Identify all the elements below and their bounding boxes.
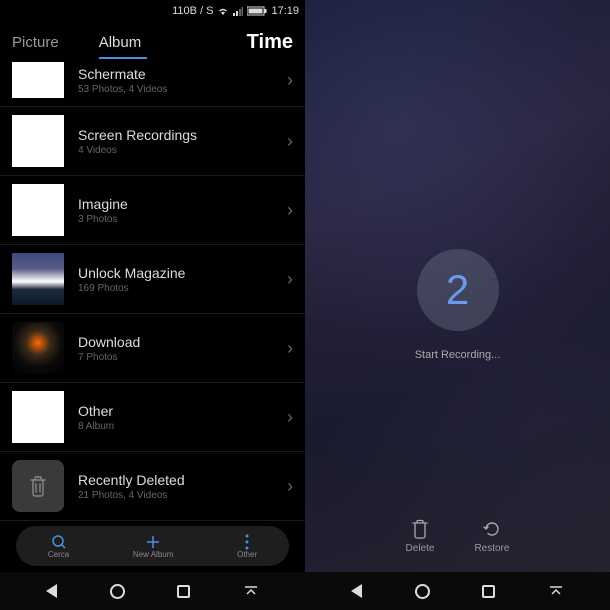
album-thumbnail: [12, 253, 64, 305]
more-icon: [245, 534, 249, 550]
list-item[interactable]: Imagine 3 Photos ›: [0, 176, 305, 245]
album-title: Screen Recordings: [78, 127, 287, 143]
album-info: Recently Deleted 21 Photos, 4 Videos: [78, 472, 287, 501]
recording-toolbar: Delete Restore: [305, 506, 610, 566]
drawer-button[interactable]: [243, 583, 259, 599]
navigation-bar: [0, 572, 305, 610]
chevron-right-icon: ›: [287, 407, 293, 428]
home-button[interactable]: [110, 584, 125, 599]
restore-label: Restore: [474, 543, 509, 554]
countdown-number: 2: [446, 266, 469, 314]
home-button[interactable]: [415, 584, 430, 599]
album-meta: 7 Photos: [78, 352, 287, 363]
album-meta: 169 Photos: [78, 283, 287, 294]
battery-icon: [247, 6, 267, 16]
back-button[interactable]: [46, 584, 57, 598]
chevron-right-icon: ›: [287, 131, 293, 152]
chevron-right-icon: ›: [287, 338, 293, 359]
drawer-button[interactable]: [548, 583, 564, 599]
album-info: Download 7 Photos: [78, 334, 287, 363]
delete-button[interactable]: Delete: [406, 519, 435, 554]
list-item[interactable]: Unlock Magazine 169 Photos ›: [0, 245, 305, 314]
delete-label: Delete: [406, 543, 435, 554]
album-info: Imagine 3 Photos: [78, 196, 287, 225]
album-thumbnail: [12, 184, 64, 236]
list-item[interactable]: Screen Recordings 4 Videos ›: [0, 107, 305, 176]
status-bar: 110B / S 17:19: [0, 0, 305, 22]
signal-icon: [233, 6, 243, 16]
chevron-right-icon: ›: [287, 269, 293, 290]
countdown-circle: 2: [417, 249, 499, 331]
album-meta: 53 Photos, 4 Videos: [78, 84, 287, 95]
album-title: Download: [78, 334, 287, 350]
chevron-right-icon: ›: [287, 70, 293, 91]
trash-icon: [411, 519, 429, 539]
back-button[interactable]: [351, 584, 362, 598]
gallery-tabs: Picture Album Time: [0, 22, 305, 62]
recording-panel: 2 Start Recording... Delete Restore: [305, 0, 610, 610]
tab-picture[interactable]: Picture: [12, 34, 59, 51]
list-item[interactable]: Other 8 Album ›: [0, 383, 305, 452]
tab-time[interactable]: Time: [247, 31, 293, 54]
album-title: Other: [78, 403, 287, 419]
album-title: Unlock Magazine: [78, 265, 287, 281]
chevron-right-icon: ›: [287, 476, 293, 497]
restore-button[interactable]: Restore: [474, 519, 509, 554]
list-item[interactable]: Download 7 Photos ›: [0, 314, 305, 383]
countdown-label: Start Recording...: [415, 349, 501, 361]
album-title: Imagine: [78, 196, 287, 212]
other-label: Other: [237, 550, 257, 559]
album-thumbnail: [12, 62, 64, 98]
album-thumbnail: [12, 115, 64, 167]
album-meta: 21 Photos, 4 Videos: [78, 490, 287, 501]
album-meta: 3 Photos: [78, 214, 287, 225]
new-album-button[interactable]: New Album: [133, 534, 173, 559]
recents-button[interactable]: [482, 585, 495, 598]
album-thumbnail: [12, 322, 64, 374]
album-title: Schermate: [78, 66, 287, 82]
list-item[interactable]: Recently Deleted 21 Photos, 4 Videos ›: [0, 452, 305, 521]
album-title: Recently Deleted: [78, 472, 287, 488]
search-button[interactable]: Cerca: [48, 534, 69, 559]
album-info: Schermate 53 Photos, 4 Videos: [78, 66, 287, 95]
bottom-toolbar: Cerca New Album Other: [16, 526, 289, 566]
other-button[interactable]: Other: [237, 534, 257, 559]
tab-album[interactable]: Album: [99, 34, 142, 51]
wifi-icon: [217, 6, 229, 16]
album-thumbnail: [12, 460, 64, 512]
album-meta: 8 Album: [78, 421, 287, 432]
album-meta: 4 Videos: [78, 145, 287, 156]
list-item[interactable]: Schermate 53 Photos, 4 Videos ›: [0, 62, 305, 107]
album-info: Unlock Magazine 169 Photos: [78, 265, 287, 294]
search-icon: [51, 534, 67, 550]
plus-icon: [145, 534, 161, 550]
clock-time: 17:19: [271, 5, 299, 17]
search-label: Cerca: [48, 550, 69, 559]
album-info: Screen Recordings 4 Videos: [78, 127, 287, 156]
gallery-panel: 110B / S 17:19 Picture Album Time Scherm…: [0, 0, 305, 610]
restore-icon: [482, 519, 502, 539]
album-thumbnail: [12, 391, 64, 443]
chevron-right-icon: ›: [287, 200, 293, 221]
album-info: Other 8 Album: [78, 403, 287, 432]
navigation-bar: [305, 572, 610, 610]
new-album-label: New Album: [133, 550, 173, 559]
recents-button[interactable]: [177, 585, 190, 598]
network-speed: 110B / S: [172, 5, 213, 17]
